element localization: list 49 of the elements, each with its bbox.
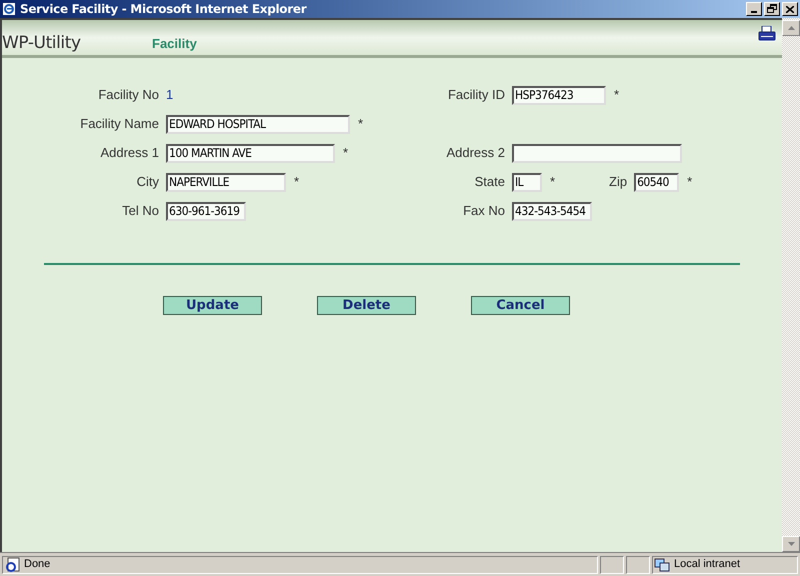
input-field[interactable]: IL xyxy=(512,172,542,192)
close-icon xyxy=(786,6,794,12)
scroll-up-button[interactable] xyxy=(782,20,800,36)
status-panel xyxy=(626,556,650,574)
input-field[interactable]: 60540 xyxy=(634,172,680,192)
field-label: City xyxy=(136,173,159,192)
status-text: Done xyxy=(24,557,50,572)
required-mark: * xyxy=(358,115,364,134)
page-icon xyxy=(4,556,20,572)
close-button[interactable] xyxy=(782,2,798,16)
field-label: Tel No xyxy=(121,202,159,220)
zone-text: Local intranet xyxy=(674,557,740,572)
network-icon xyxy=(654,556,670,572)
field-value: 1 xyxy=(166,86,174,104)
down-arrow-icon xyxy=(788,542,794,546)
required-mark: * xyxy=(550,173,556,192)
restore-button[interactable] xyxy=(764,2,780,16)
scroll-down-button[interactable] xyxy=(782,536,800,552)
form-button[interactable]: Update xyxy=(163,296,262,315)
field-label: State xyxy=(474,173,505,192)
input-field[interactable]: NAPERVILLE xyxy=(166,172,286,192)
input-field[interactable]: 100 MARTIN AVE xyxy=(166,144,335,162)
field-label: Facility ID xyxy=(446,86,505,104)
form-button[interactable]: Cancel xyxy=(471,296,570,315)
scrollbar[interactable] xyxy=(782,18,800,552)
required-mark: * xyxy=(343,144,348,162)
input-field[interactable]: 432-543-5454 xyxy=(512,202,592,220)
input-field[interactable] xyxy=(512,144,682,162)
up-arrow-icon xyxy=(788,26,794,30)
window-title: Service Facility - Microsoft Internet Explorer xyxy=(20,1,306,18)
print-icon[interactable] xyxy=(758,26,776,42)
field-label: Zip xyxy=(608,173,628,192)
form-button[interactable]: Delete xyxy=(317,296,416,315)
field-label: Fax No xyxy=(462,202,505,220)
field-label: Address 1 xyxy=(99,144,159,162)
input-field[interactable]: EDWARD HOSPITAL xyxy=(166,114,350,134)
minimize-button[interactable] xyxy=(746,2,762,16)
field-label: Facility No xyxy=(97,86,159,104)
status-panel xyxy=(600,556,624,574)
field-label: Address 2 xyxy=(445,144,505,162)
app-name: WP-Utility xyxy=(2,32,81,55)
field-label: Facility Name xyxy=(79,115,159,134)
required-mark: * xyxy=(294,173,300,192)
browser-icon xyxy=(2,2,16,16)
required-mark: * xyxy=(687,173,692,192)
input-field[interactable]: HSP376423 xyxy=(512,86,606,104)
input-field[interactable]: 630-961-3619 xyxy=(166,202,246,220)
page-title: Facility xyxy=(152,35,197,53)
required-mark: * xyxy=(614,86,620,104)
